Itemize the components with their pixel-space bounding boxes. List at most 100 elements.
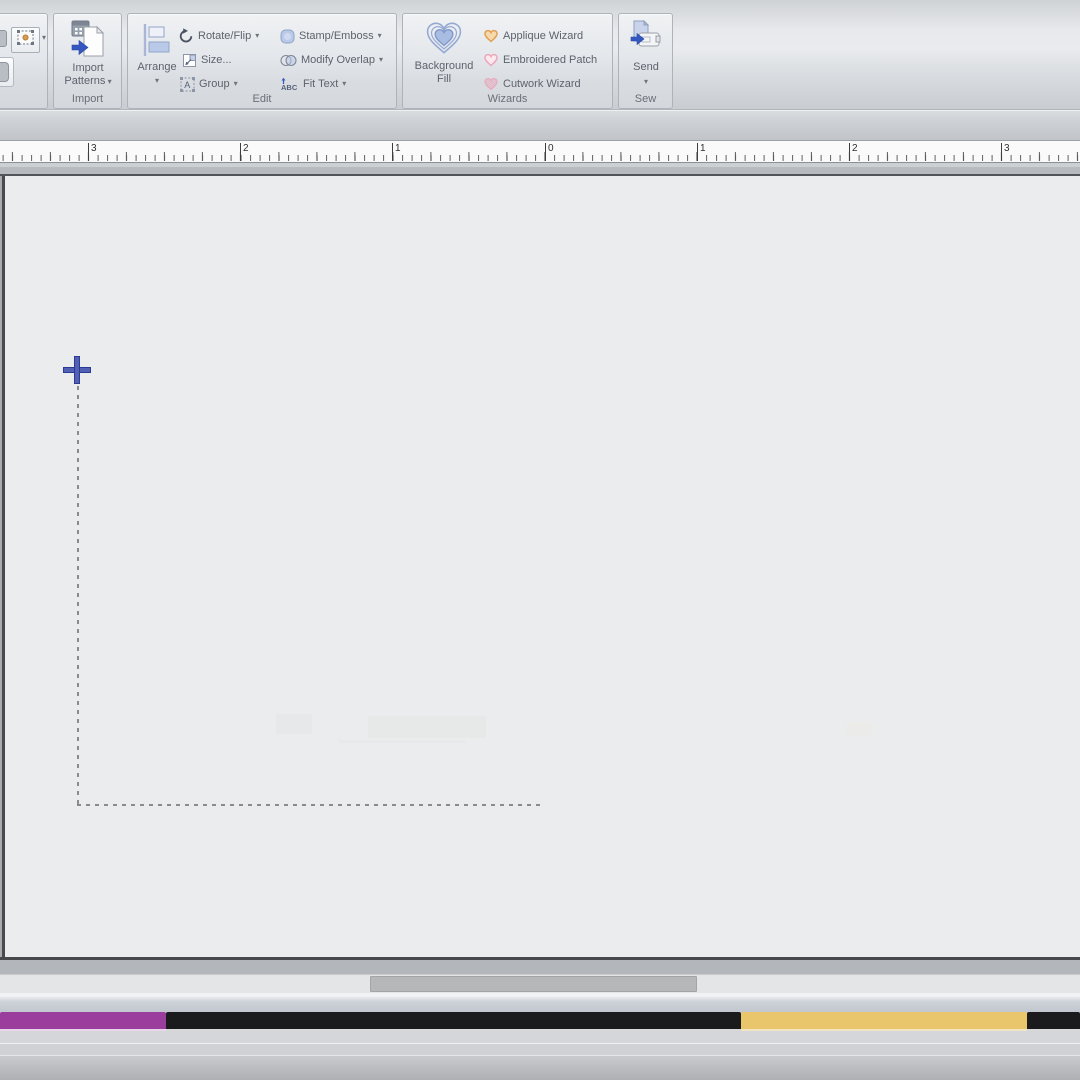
background-fill-label-2: Fill — [437, 73, 451, 86]
ribbon-group-wizards: Background Fill Applique Wizard Embroide… — [402, 13, 613, 109]
applique-wizard-label: Applique Wizard — [503, 30, 583, 42]
chevron-down-icon: ▾ — [644, 78, 648, 86]
stamp-emboss-icon — [280, 29, 295, 44]
arrange-button[interactable]: Arrange ▾ — [134, 22, 180, 85]
embroidered-patch-button[interactable]: Embroidered Patch — [483, 48, 597, 72]
ribbon-group-sew: Send ▾ Sew — [618, 13, 673, 109]
status-spacer-strip — [0, 993, 1080, 1012]
toolbar-spacer-strip — [0, 110, 1080, 140]
ribbon-group-label-edit: Edit — [128, 93, 396, 105]
import-patterns-button[interactable]: Import Patterns ▾ — [60, 18, 116, 88]
import-patterns-label-1: Import — [72, 62, 103, 75]
selection-marquee-icon — [17, 30, 34, 50]
ruler-unit-label: 0 — [548, 143, 554, 154]
size-button[interactable]: Size... — [182, 48, 232, 72]
stamp-emboss-button[interactable]: Stamp/Emboss ▾ — [280, 24, 382, 48]
thread-chip-black[interactable] — [166, 1012, 741, 1031]
import-patterns-icon — [71, 18, 105, 62]
chevron-down-icon: ▾ — [155, 77, 159, 85]
ghost-artifact — [338, 740, 466, 743]
footer-strip-3 — [0, 1056, 1080, 1080]
footer-strip-1 — [0, 1031, 1080, 1044]
background-fill-icon — [423, 19, 465, 60]
chevron-down-icon: ▾ — [108, 77, 112, 86]
clipped-tool-icon — [0, 62, 9, 82]
import-patterns-label-2: Patterns ▾ — [64, 75, 111, 88]
embroidered-patch-icon — [483, 53, 499, 67]
arrange-icon — [142, 22, 172, 61]
chevron-down-icon: ▾ — [378, 32, 382, 40]
ghost-artifact — [276, 714, 312, 734]
cutwork-wizard-icon — [483, 77, 499, 91]
ruler-major-tick — [849, 143, 850, 161]
ribbon-group-label-sew: Sew — [619, 93, 672, 105]
ruler-medium-ticks — [0, 152, 1080, 161]
fit-text-label: Fit Text — [303, 78, 338, 90]
chevron-down-icon: ▾ — [342, 80, 346, 88]
ruler-major-tick — [1001, 143, 1002, 161]
ghost-artifact — [846, 722, 872, 736]
design-canvas[interactable] — [0, 176, 1080, 957]
embroidery-app-window: ▾ Import — [0, 0, 1080, 1080]
chevron-down-icon: ▾ — [255, 32, 259, 40]
selection-edge-vertical[interactable] — [77, 386, 79, 806]
svg-text:A: A — [184, 80, 190, 90]
crosshair-cursor — [63, 356, 91, 384]
thread-chip-black-2[interactable] — [1027, 1012, 1080, 1031]
ribbon-group-label-wizards: Wizards — [403, 93, 612, 105]
ruler-unit-label: 3 — [1004, 143, 1010, 154]
group-label: Group — [199, 78, 230, 90]
thread-chip-purple[interactable] — [0, 1012, 166, 1031]
canvas-bottom-frame — [0, 960, 1080, 974]
ribbon-group-edit: Arrange ▾ Rotate/Flip ▾ — [127, 13, 397, 109]
stamp-emboss-label: Stamp/Emboss — [299, 30, 374, 42]
ruler-major-tick — [392, 143, 393, 161]
background-fill-button[interactable]: Background Fill — [408, 19, 480, 86]
horizontal-scrollbar[interactable] — [0, 974, 1080, 993]
background-fill-label-1: Background — [415, 60, 474, 73]
modify-overlap-button[interactable]: Modify Overlap ▾ — [280, 48, 383, 72]
group-icon: A — [180, 77, 195, 92]
horizontal-ruler: 3 2 1 0 1 2 3 — [0, 140, 1080, 163]
ruler-unit-label: 1 — [700, 143, 706, 154]
chevron-down-icon: ▾ — [234, 80, 238, 88]
ruler-major-tick — [88, 143, 89, 161]
send-button[interactable]: Send ▾ — [623, 20, 669, 86]
canvas-left-border — [2, 176, 5, 957]
ruler-unit-label: 2 — [243, 143, 249, 154]
send-icon — [630, 20, 662, 57]
rotate-flip-icon — [178, 28, 194, 44]
hscroll-thumb[interactable] — [370, 976, 697, 992]
ribbon-group-import: Import Patterns ▾ Import — [53, 13, 122, 109]
rotate-flip-label: Rotate/Flip — [198, 30, 251, 42]
arrange-label: Arrange — [137, 61, 176, 74]
selection-edge-horizontal[interactable] — [77, 804, 542, 806]
ribbon: ▾ Import — [0, 0, 1080, 110]
clipped-tool-icon — [0, 30, 7, 47]
canvas-frame-strip — [0, 167, 1080, 174]
cutwork-wizard-label: Cutwork Wizard — [503, 78, 581, 90]
ruler-unit-label: 1 — [395, 143, 401, 154]
chevron-down-icon[interactable]: ▾ — [42, 34, 46, 42]
ruler-major-tick — [545, 143, 546, 161]
footer-strip-2 — [0, 1044, 1080, 1056]
select-region-button[interactable] — [11, 27, 40, 53]
ruler-unit-label: 3 — [91, 143, 97, 154]
applique-wizard-icon — [483, 29, 499, 43]
rotate-flip-button[interactable]: Rotate/Flip ▾ — [178, 24, 259, 48]
modify-overlap-label: Modify Overlap — [301, 54, 375, 66]
size-icon — [182, 53, 197, 68]
send-label: Send — [633, 61, 659, 74]
ruler-major-tick — [697, 143, 698, 161]
embroidered-patch-label: Embroidered Patch — [503, 54, 597, 66]
ribbon-group-label-import: Import — [54, 93, 121, 105]
ghost-artifact — [368, 716, 486, 738]
size-label: Size... — [201, 54, 232, 66]
modify-overlap-icon — [280, 54, 297, 67]
thread-chip-gold[interactable] — [741, 1012, 1027, 1031]
applique-wizard-button[interactable]: Applique Wizard — [483, 24, 583, 48]
svg-text:ABC: ABC — [281, 83, 298, 91]
ruler-unit-label: 2 — [852, 143, 858, 154]
fit-text-icon: ABC — [280, 77, 299, 91]
ruler-major-tick — [240, 143, 241, 161]
